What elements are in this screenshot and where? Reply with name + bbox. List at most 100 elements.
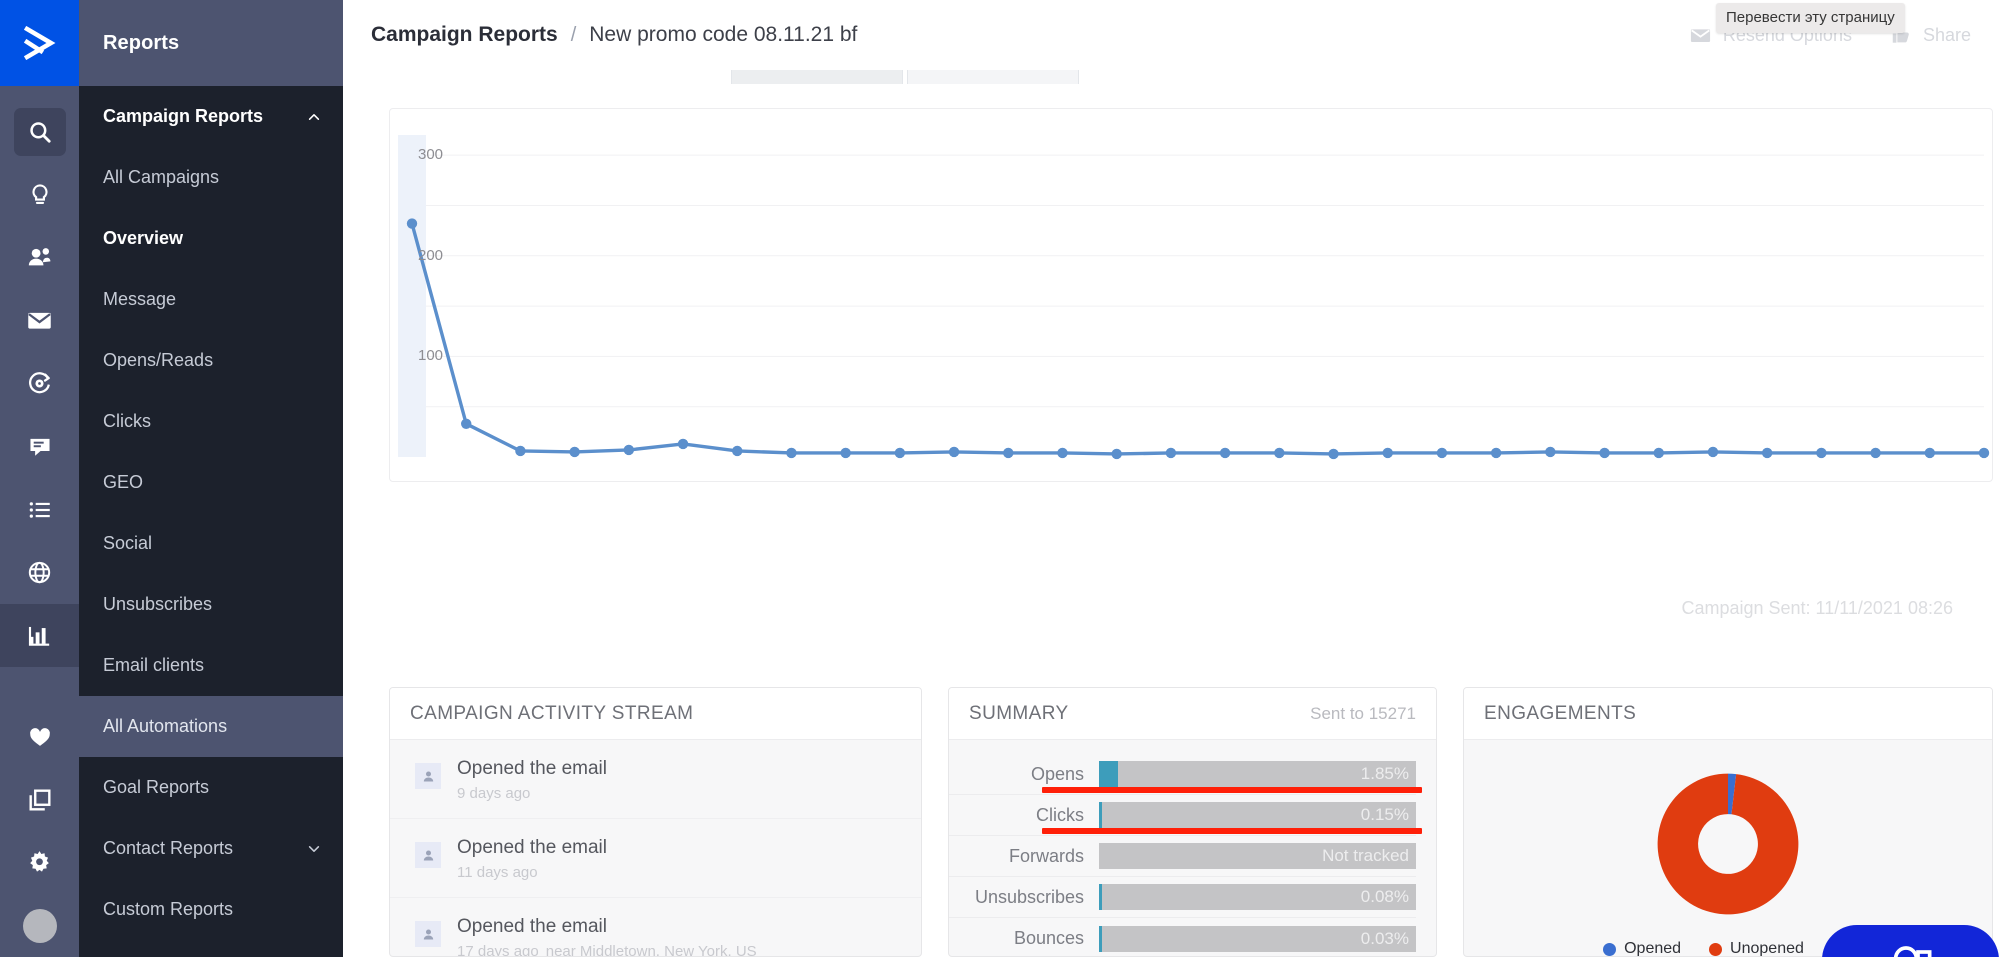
rail-item-reports[interactable] [0,604,79,667]
summary-row-label: Bounces [1013,928,1084,948]
sidebar-item-contact-reports[interactable]: Contact Reports [79,818,343,879]
rail-item-conversations[interactable] [0,415,79,478]
rail-item-search[interactable] [0,100,79,163]
y-axis-tick-300: 300 [418,146,444,164]
activity-item-meta: 9 days ago [457,785,531,802]
globe-icon [28,561,51,584]
legend-item[interactable]: Unopened [1709,940,1804,956]
timeline-line-chart[interactable] [390,109,1994,483]
sidebar-item-label: Overview [103,228,184,248]
summary-row-bar: 0.03% [1099,925,1416,952]
timeline-chart-card: 300 200 100 [389,108,1993,482]
summary-row-fill [1099,802,1102,828]
panel-title: CAMPAIGN ACTIVITY STREAM [410,702,694,724]
chevron-up-icon [308,113,320,120]
activity-item-title: Opened the email [457,837,607,858]
activity-item-meta: 11 days ago [457,864,538,881]
highlight-annotation [1042,787,1422,793]
y-axis-tick-100: 100 [418,347,444,365]
activity-list: Opened the email 9 days ago Opened the e… [390,740,921,956]
sidebar-item-goal-reports[interactable]: Goal Reports [79,757,343,818]
breadcrumb-root[interactable]: Campaign Reports [371,23,558,47]
sidebar-item-label: Clicks [103,411,151,431]
app-logo[interactable] [0,0,79,86]
sidebar-item-label: Social [103,533,153,553]
sidebar-item-label: GEO [103,472,144,492]
list-icon [29,501,50,518]
person-icon [423,929,433,939]
legend-color-dot [1603,942,1617,956]
sidebar-item-clicks[interactable]: Clicks [79,391,343,452]
settings-gear-icon [30,851,49,872]
envelope-icon [1690,28,1710,42]
activity-item-body: Opened the email 9 days ago [457,758,607,802]
sidebar-item-label: Message [103,289,177,309]
share-label: Share [1922,24,1971,45]
summary-row: Unsubscribes 0.08% [949,877,1416,918]
contacts-icon [28,248,51,266]
sidebar-item-all-campaigns[interactable]: All Campaigns [79,147,343,208]
sidebar-item-label: Goal Reports [103,777,210,797]
summary-row-fill [1099,925,1102,952]
sidebar-item-unsubscribes[interactable]: Unsubscribes [79,574,343,635]
activity-item-body: Opened the email 11 days ago [457,837,607,881]
sidebar-item-message[interactable]: Message [79,269,343,330]
rail-item-avatar[interactable] [0,894,79,957]
chevron-down-icon [308,845,320,852]
rail-item-favorites[interactable] [0,705,79,768]
engagements-donut-chart[interactable] [1634,756,1822,932]
summary-row-value: Not tracked [1322,846,1409,865]
secondary-nav-header: Reports [79,0,343,86]
tab-secondary[interactable] [907,70,1079,84]
sidebar-item-all-automations[interactable]: All Automations [79,696,343,757]
summary-row-value: 0.08% [1360,887,1409,906]
avatar [415,763,441,789]
panel-title: ENGAGEMENTS [1484,702,1637,724]
engagements-panel: ENGAGEMENTS Opened Unopened [1463,687,1993,957]
search-icon [29,121,51,143]
panels-row: CAMPAIGN ACTIVITY STREAM Opened the emai… [343,618,1999,957]
nav-group-campaign-reports[interactable]: Campaign Reports [79,86,343,147]
legend-item[interactable]: Opened [1603,940,1681,956]
summary-row-label: Forwards [1008,845,1084,866]
sidebar-item-email-clients[interactable]: Email clients [79,635,343,696]
sidebar-item-label: Contact Reports [103,838,234,858]
rail-item-settings[interactable] [0,831,79,894]
activity-item[interactable]: Opened the email 17 days ago near Middlet… [390,898,921,956]
rail-item-apps[interactable] [0,768,79,831]
avatar [415,921,441,947]
app-root: Reports Campaign Reports All Campaigns O… [0,0,1999,957]
sidebar-item-custom-reports[interactable]: Custom Reports [79,879,343,940]
tab-primary[interactable] [731,70,903,84]
rail-item-contacts[interactable] [0,226,79,289]
summary-row-value: 0.15% [1360,805,1409,824]
apps-icon [28,788,51,811]
activity-item[interactable]: Opened the email 9 days ago [390,740,921,819]
summary-row-value: 1.85% [1360,764,1409,783]
sidebar-item-label: All Automations [103,716,228,736]
summary-row: Bounces 0.03% [949,918,1416,956]
sidebar-item-opens-reads[interactable]: Opens/Reads [79,330,343,391]
rail-icon-list [0,86,79,957]
rail-item-deals[interactable] [0,163,79,226]
sidebar-item-label: Unsubscribes [103,594,213,614]
person-icon [423,771,433,781]
icon-rail [0,0,79,957]
conversations-icon [29,438,50,456]
rail-item-campaigns[interactable] [0,289,79,352]
sidebar-item-label: Custom Reports [103,899,234,919]
lightbulb-icon [31,183,48,204]
avatar [415,842,441,868]
rail-item-automations[interactable] [0,352,79,415]
nav-group-label: Campaign Reports [103,106,264,126]
activity-item-title: Opened the email [457,758,607,779]
sidebar-item-social[interactable]: Social [79,513,343,574]
sidebar-item-overview[interactable]: Overview [79,208,343,269]
chat-widget-button[interactable] [1822,925,1999,957]
rail-item-lists[interactable] [0,478,79,541]
summary-row-bar: 0.15% [1099,802,1416,828]
rail-item-website[interactable] [0,541,79,604]
sidebar-item-label: All Campaigns [103,167,220,187]
activity-item[interactable]: Opened the email 11 days ago [390,819,921,898]
sidebar-item-geo[interactable]: GEO [79,452,343,513]
